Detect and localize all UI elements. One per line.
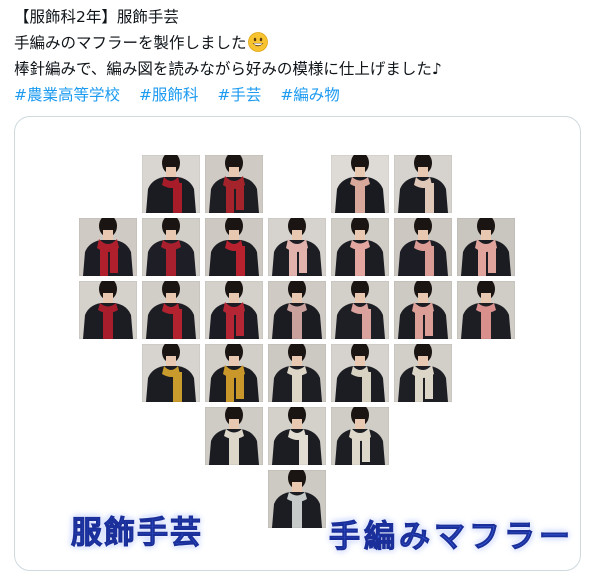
scarf-photo (142, 281, 200, 339)
tweet-line-body: 手編みのマフラーを製作しました (14, 30, 584, 56)
tweet-line-detail: 棒針編みで、編み図を読みながら好みの模様に仕上げました♪ (14, 60, 442, 78)
scarf-photo (268, 470, 326, 528)
tweet-text: 【服飾科2年】服飾手芸 手編みのマフラーを製作しました 棒針編みで、編み図を読み… (14, 4, 584, 108)
scarf-photo (268, 281, 326, 339)
hashtag-link[interactable]: #服飾科 (139, 86, 199, 104)
tweet-line-title: 【服飾科2年】服飾手芸 (14, 8, 179, 26)
hashtag-list: #農業高等学校 #服飾科 #手芸 #編み物 (14, 82, 584, 108)
scarf-photo (205, 407, 263, 465)
image-caption-right: 手編みマフラー (329, 519, 574, 556)
scarf-photo (457, 281, 515, 339)
scarf-photo (205, 218, 263, 276)
scarf-photo (394, 218, 452, 276)
image-caption-left: 服飾手芸 (71, 515, 203, 552)
tweet-line-body-text: 手編みのマフラーを製作しました (14, 34, 247, 52)
scarf-photo (331, 407, 389, 465)
scarf-photo (79, 218, 137, 276)
scarf-photo (394, 281, 452, 339)
grinning-face-icon (247, 32, 268, 52)
scarf-photo (142, 218, 200, 276)
hashtag-link[interactable]: #農業高等学校 (14, 86, 120, 104)
scarf-photo (331, 344, 389, 402)
scarf-photo (331, 218, 389, 276)
scarf-photo (268, 344, 326, 402)
scarf-photo (205, 155, 263, 213)
scarf-photo (394, 155, 452, 213)
scarf-photo (331, 155, 389, 213)
scarf-photo (268, 218, 326, 276)
scarf-photo (79, 281, 137, 339)
hashtag-link[interactable]: #手芸 (217, 86, 261, 104)
tweet-media-image[interactable]: 服飾手芸 手編みマフラー (14, 116, 581, 571)
scarf-photo (142, 344, 200, 402)
scarf-photo (268, 407, 326, 465)
scarf-photo (205, 344, 263, 402)
hashtag-link[interactable]: #編み物 (280, 86, 340, 104)
scarf-photo (331, 281, 389, 339)
scarf-photo (205, 281, 263, 339)
scarf-photo (394, 344, 452, 402)
scarf-photo (142, 155, 200, 213)
scarf-photo (457, 218, 515, 276)
